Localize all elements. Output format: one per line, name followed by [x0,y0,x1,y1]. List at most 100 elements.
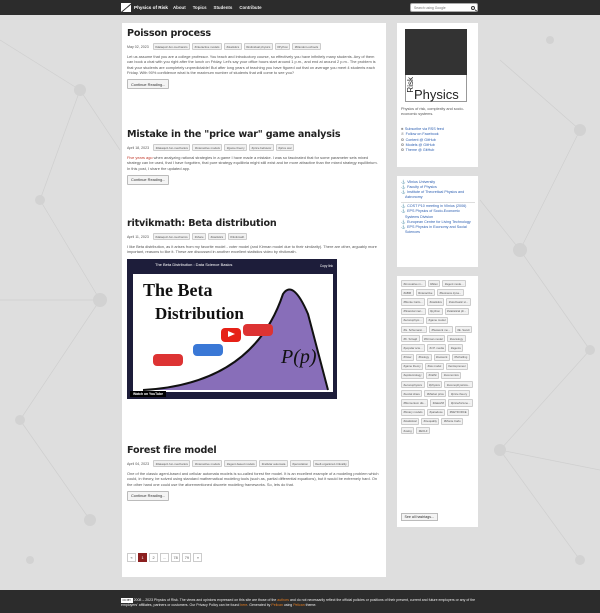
sidebar-tag[interactable]: #inequality [421,417,440,425]
sidebar-tag[interactable]: #popular scie... [401,344,425,352]
sidebar-tag[interactable]: #ABM [401,289,414,297]
sidebar-tag[interactable]: #tax model [425,362,444,370]
sidebar-tag[interactable]: #network [433,353,450,361]
authors-link[interactable]: authors [277,598,289,602]
org-link[interactable]: ⚓ EPS Physics of Socio-Economic Systems D… [401,209,475,219]
sidebar-tag[interactable]: #financial mar... [401,307,426,315]
sidebar-tag[interactable]: #Schelling [451,353,470,361]
sidebar-tag[interactable]: #stochastic st... [446,298,471,306]
sidebar-tag[interactable]: #using [401,427,415,435]
post-tag[interactable]: #game theory [224,144,248,152]
post-tag[interactable]: #dataquiz-fun-mechanics [153,144,191,152]
pager-next[interactable]: » [193,553,203,562]
sidebar-tag[interactable]: #K. Sznajd [401,335,420,343]
sidebar-tag[interactable]: #price theory [448,390,470,398]
sidebar-tag[interactable]: #statistics [427,298,445,306]
sidebar-tag[interactable]: #G. Schumann... [401,325,427,334]
sidebar-tag[interactable]: #Momentum dis... [401,399,429,407]
post-tag[interactable]: #individual physics [243,43,273,51]
post-title[interactable]: Mistake in the "price war" game analysis [127,129,381,140]
sidebar-tag[interactable]: #economics [441,371,462,380]
sidebar-tag[interactable]: #business dyna... [436,289,464,297]
post-tag[interactable]: #share [192,233,207,241]
nav-about[interactable]: About [173,5,186,10]
sidebar-tag[interactable]: #econophysics [401,381,425,389]
post-tag[interactable]: #percolation [289,460,311,468]
sidebar-tag[interactable]: #Monte Carlo [441,417,464,425]
pager-page[interactable]: 2 [149,553,158,562]
sidebar-tag[interactable]: #innovative m... [401,280,426,288]
sidebar-tag[interactable]: #statistical ph... [444,307,469,315]
youtube-video-embed[interactable]: The Beta Distribution : Data Science Bas… [127,258,337,399]
sidebar-tag[interactable]: #Kirman model [421,335,446,343]
sidebar-tag[interactable]: #agent mode... [442,280,467,288]
continue-reading-button[interactable]: Continue Reading... [127,174,170,185]
sidebar-tag[interactable]: #NETFORCE [447,408,470,416]
continue-reading-button[interactable]: Continue Reading... [127,79,170,90]
sidebar-tag[interactable]: #epidemiology [401,371,425,380]
pelican-link[interactable]: Pelican [271,603,282,607]
pager-page[interactable]: 79 [182,553,192,562]
sidebar-tag[interactable]: #binary models [401,408,425,416]
video-title[interactable]: The Beta Distribution : Data Science Bas… [155,262,232,267]
org-link[interactable]: ⚓ EPS Physics in Economy and Social Scien… [401,225,475,235]
post-title[interactable]: ritvikmath: Beta distribution [127,218,381,229]
post-tag[interactable]: #Random-schools [292,43,321,51]
sidebar-tag[interactable]: #E. Sandi [454,325,472,334]
post-tag[interactable]: #price war [275,144,295,152]
sidebar-tag[interactable]: #econophysics/a... [444,381,473,389]
pager-page[interactable]: 78 [171,553,181,562]
copy-link-button[interactable]: Copy link [320,264,333,268]
sidebar-tag[interactable]: #EOLF [416,427,431,435]
watch-on-youtube-button[interactable]: Watch on YouTube [130,390,167,397]
sidebar-tag[interactable]: #agents [448,344,464,352]
post-tag[interactable]: #self-organized criticality [312,460,350,468]
sidebar-tag[interactable]: #game model [426,316,448,324]
continue-reading-button[interactable]: Continue Reading... [127,490,170,501]
sidebar-tag[interactable]: #python [427,307,443,315]
theme-link[interactable]: Pelican [293,603,304,607]
post-tag[interactable]: #ritvikmath [227,233,247,241]
sidebar-tag[interactable]: #Market price [424,390,447,398]
sidebar-tag[interactable]: #statistical [401,417,420,425]
post-title[interactable]: Poisson process [127,28,381,39]
sidebar-tag[interactable]: #econophysi... [401,316,425,324]
search-input[interactable] [411,4,469,12]
sidebar-tag[interactable]: #physics [426,381,443,389]
pager-prev[interactable]: « [127,553,136,562]
post-title[interactable]: Forest fire model [127,445,381,456]
sidebar-tag[interactable]: #Monte Carlo... [401,298,426,306]
nav-topics[interactable]: Topics [193,5,207,10]
post-tag[interactable]: #statistics [208,233,226,241]
post-tag[interactable]: #dataquiz-fun-mechanics [152,43,191,51]
pager-page[interactable]: 1 [138,553,147,562]
sidebar-tag[interactable]: #social share [401,390,423,398]
post-tag[interactable]: #agent-based models [224,460,258,468]
post-tag[interactable]: #interactive models [192,460,223,468]
nav-contribute[interactable]: Contribute [239,5,261,10]
post-tag[interactable]: #dataquiz-fun-mechanics [152,233,191,241]
site-brand-link[interactable]: Physics of Risk [121,2,168,13]
sidebar-tag[interactable]: #dataVM [430,399,447,407]
sidebar-tag[interactable]: #entrepreneur [445,362,469,370]
sidebar-tag[interactable]: #traffic [426,371,440,380]
play-icon[interactable] [221,327,241,342]
post-tag[interactable]: #cellular automata [259,460,288,468]
post-tag[interactable]: #statistics [223,43,242,51]
sidebar-tag[interactable]: #price/fortune... [448,399,473,407]
sidebar-tag[interactable]: #Allen [427,280,441,288]
post-tag[interactable]: #Python [274,43,291,51]
theme-github-link[interactable]: ✪ Theme @ GitHub [401,148,444,153]
post-tag[interactable]: #interactive models [192,144,223,152]
post-tag[interactable]: #price behavior [249,144,274,152]
sidebar-tag[interactable]: #sociology [447,335,466,343]
sidebar-tag[interactable]: #paradoxe [426,408,446,416]
sidebar-tag[interactable]: #J.P. media [426,344,447,352]
sidebar-tag[interactable]: #game theory [401,362,424,370]
org-link[interactable]: ⚓ Institute of Theoretical Physics and As… [401,190,475,200]
post-tag[interactable]: #dataquiz-fun-mechanics [153,460,191,468]
search-icon[interactable] [471,5,475,10]
post-tag[interactable]: #interactive models [192,43,222,51]
sidebar-tag[interactable]: #Network mo... [429,325,453,334]
sidebar-tag[interactable]: #biology [416,353,432,361]
